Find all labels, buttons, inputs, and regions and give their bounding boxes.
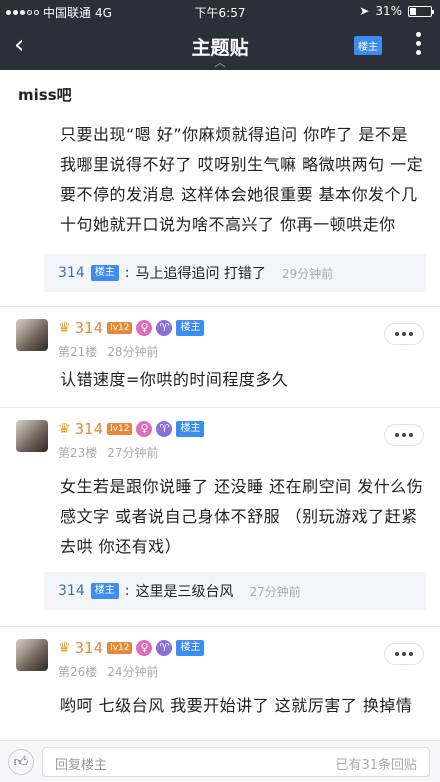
lz-badge: 楼主 bbox=[90, 265, 119, 281]
forum-name[interactable]: miss吧 bbox=[0, 70, 440, 106]
level-badge: lv12 bbox=[107, 642, 133, 654]
reply-time: 28分钟前 bbox=[107, 345, 159, 359]
avatar[interactable] bbox=[16, 420, 48, 452]
reply-placeholder: 回复楼主 bbox=[55, 758, 108, 773]
more-options-button[interactable] bbox=[384, 643, 424, 665]
sub-reply[interactable]: 314 楼主 : 马上追得追问 打错了 29分钟前 bbox=[44, 254, 426, 292]
thread-content[interactable]: miss吧 只要出现“嗯 好”你麻烦就得追问 你咋了 是不是我哪里说得不好了 哎… bbox=[0, 70, 440, 740]
sub-reply-time: 27分钟前 bbox=[249, 584, 301, 599]
reply-item: ♛ 314 lv12 ♀ ♈ 楼主 第23楼 27分钟前 女生若是跟你说睡了 还没… bbox=[0, 408, 440, 610]
sub-reply-time: 29分钟前 bbox=[281, 266, 334, 281]
reply-count[interactable]: 已有31条回贴 bbox=[335, 754, 417, 773]
thumbs-up-icon[interactable]: 👍︎ bbox=[8, 749, 34, 775]
floor-number: 第23楼 bbox=[58, 446, 98, 460]
sub-reply-text: 这里是三级台风 bbox=[135, 584, 234, 600]
level-badge: lv12 bbox=[107, 423, 133, 435]
sub-reply-colon: : bbox=[124, 583, 130, 599]
sub-reply-user[interactable]: 314 bbox=[58, 265, 85, 281]
more-options-button[interactable] bbox=[384, 424, 424, 446]
battery-percent: 31% bbox=[375, 4, 402, 18]
user-name[interactable]: 314 bbox=[75, 319, 104, 337]
sub-reply-colon: : bbox=[124, 265, 130, 281]
lz-badge: 楼主 bbox=[176, 421, 205, 437]
avatar[interactable] bbox=[16, 319, 48, 351]
aries-icon: ♈ bbox=[156, 320, 173, 336]
user-name[interactable]: 314 bbox=[75, 420, 104, 438]
more-options-button[interactable] bbox=[384, 323, 424, 345]
more-menu-icon[interactable] bbox=[414, 32, 422, 55]
location-icon: ➤ bbox=[359, 4, 370, 18]
reply-time: 27分钟前 bbox=[107, 446, 159, 460]
aries-icon: ♈ bbox=[156, 640, 173, 656]
floor-number: 第21楼 bbox=[58, 345, 98, 359]
reply-time: 24分钟前 bbox=[107, 665, 159, 679]
crown-icon: ♛ bbox=[58, 421, 71, 437]
crown-icon: ♛ bbox=[58, 320, 71, 336]
reply-bar: 👍︎ 回复楼主 已有31条回贴 bbox=[0, 740, 440, 782]
battery-icon bbox=[408, 5, 434, 17]
only-lz-button[interactable]: 楼主 bbox=[354, 36, 382, 55]
aries-icon: ♈ bbox=[156, 421, 173, 437]
reply-item: ♛ 314 lv12 ♀ ♈ 楼主 第26楼 24分钟前 哟呵 七级台风 我要开始… bbox=[0, 627, 440, 721]
sub-reply[interactable]: 314 楼主 : 这里是三级台风 27分钟前 bbox=[44, 572, 426, 610]
post-body: 只要出现“嗯 好”你麻烦就得追问 你咋了 是不是我哪里说得不好了 哎呀别生气嘛 … bbox=[60, 125, 424, 234]
sub-reply-text: 马上追得追问 打错了 bbox=[135, 266, 266, 282]
female-icon: ♀ bbox=[136, 320, 153, 336]
sub-reply-user[interactable]: 314 bbox=[58, 583, 85, 599]
female-icon: ♀ bbox=[136, 640, 153, 656]
chevron-up-icon[interactable]: ︿ bbox=[0, 54, 440, 70]
lz-badge: 楼主 bbox=[176, 640, 205, 656]
lz-badge: 楼主 bbox=[90, 583, 119, 599]
lz-badge: 楼主 bbox=[176, 320, 205, 336]
avatar[interactable] bbox=[16, 639, 48, 671]
reply-input[interactable]: 回复楼主 已有31条回贴 bbox=[42, 747, 430, 777]
user-name[interactable]: 314 bbox=[75, 639, 104, 657]
crown-icon: ♛ bbox=[58, 640, 71, 656]
female-icon: ♀ bbox=[136, 421, 153, 437]
floor-number: 第26楼 bbox=[58, 665, 98, 679]
level-badge: lv12 bbox=[107, 322, 133, 334]
status-bar: 中国联通 4G 下午6:57 ➤ 31% bbox=[0, 0, 440, 22]
nav-bar: ‹ 主题贴 ︿ 楼主 bbox=[0, 22, 440, 70]
reply-item: ♛ 314 lv12 ♀ ♈ 楼主 第21楼 28分钟前 认错速度=你哄的时间程度… bbox=[0, 307, 440, 393]
